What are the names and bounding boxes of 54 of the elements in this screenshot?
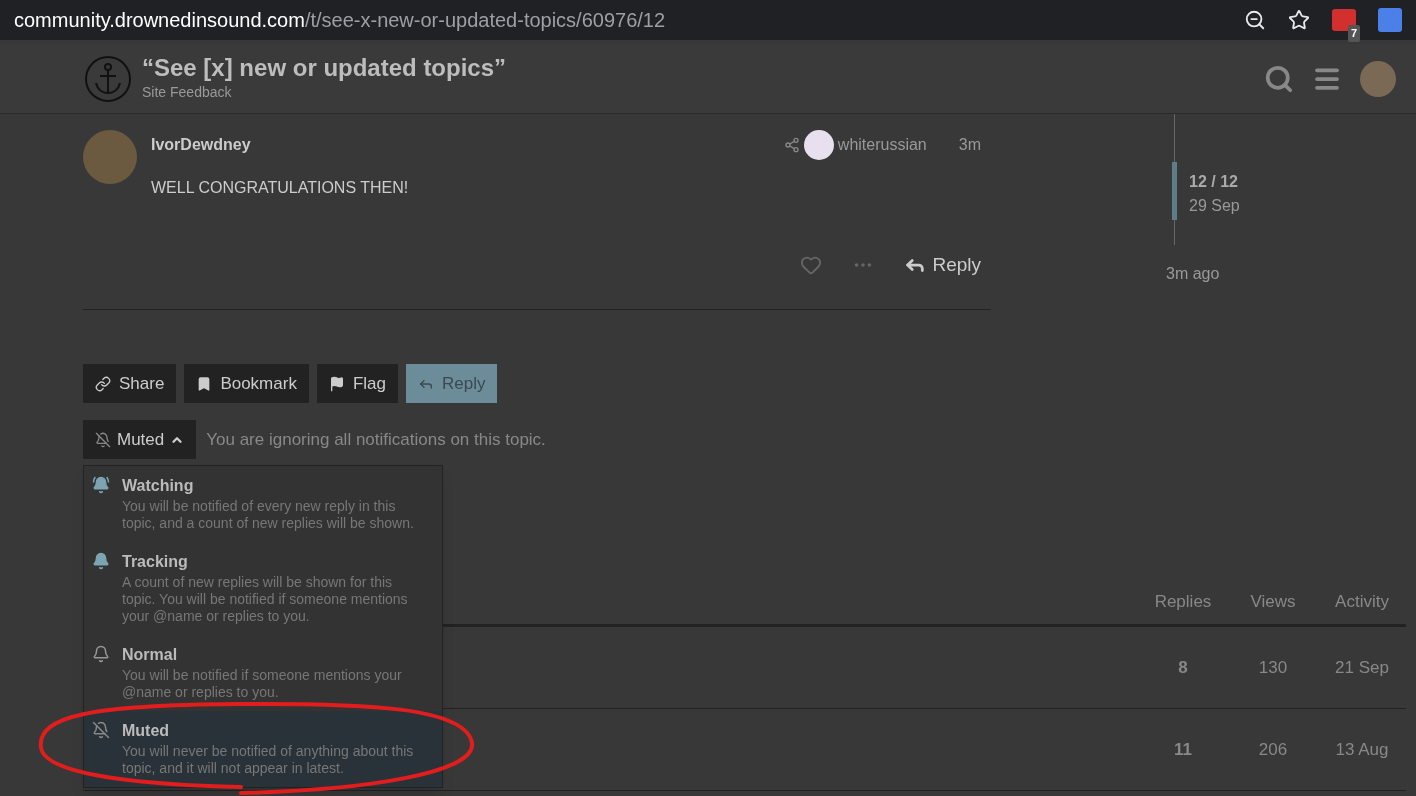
translate-icon[interactable] <box>1378 8 1402 32</box>
option-description: You will be notified of every new reply in this topic, and a count of new replies will be shown. <box>122 498 415 532</box>
table-cell-text: 21 Sep <box>1334 656 1390 679</box>
reply-button[interactable]: Reply <box>904 250 981 279</box>
post-body: WELL CONGRATULATIONS THEN! <box>151 178 410 198</box>
bookmark-button[interactable]: Bookmark <box>184 364 309 403</box>
post-age[interactable]: 3m <box>958 133 981 157</box>
anchor-logo[interactable] <box>84 54 132 103</box>
bell-outline-icon <box>92 645 110 663</box>
user-avatar <box>803 130 834 160</box>
reply-to-username[interactable]: whiterussian <box>837 133 927 157</box>
column-header[interactable]: Activity <box>1318 588 1406 615</box>
flag-button[interactable]: Flag <box>316 364 398 403</box>
column-header[interactable]: Views <box>1228 588 1318 615</box>
notification-option[interactable]: Tracking A count of new replies will be shown for this topic. You will be notified if someone mentions your @name or replies to you. <box>84 542 442 635</box>
notification-status: You are ignoring all notifications on this topic. <box>206 428 546 451</box>
search-icon[interactable] <box>1264 63 1294 94</box>
bell-off-icon <box>92 721 110 739</box>
table-cell-text: 13 Aug <box>1334 738 1390 761</box>
extension-icon[interactable] <box>1332 9 1356 31</box>
zoom-out-icon[interactable] <box>1244 9 1266 31</box>
notification-option[interactable]: Normal You will be notified if someone mentions your @name or replies to you. <box>84 635 442 711</box>
username[interactable]: IvorDewdney <box>151 133 251 157</box>
column-header[interactable]: Replies <box>1138 588 1228 615</box>
option-title: Muted <box>122 721 171 741</box>
table-cell-text: 8 <box>1177 656 1189 679</box>
notification-option[interactable]: Muted You will never be notified of anything about this topic, and it will not appear in latest. <box>84 711 442 787</box>
category-label[interactable]: Site Feedback <box>142 82 507 103</box>
timeline-last-activity[interactable]: 3m ago <box>1166 262 1240 286</box>
notification-level-button[interactable]: Muted <box>83 420 197 459</box>
table-cell-text: 206 <box>1257 738 1289 761</box>
table-cell-text: 130 <box>1257 656 1289 679</box>
url-text[interactable]: community.drownedinsound.com/t/see-x-new-or-updated-topics/60976/12 <box>14 5 666 35</box>
timeline-date: 29 Sep <box>1189 196 1240 216</box>
link-icon <box>95 375 111 392</box>
share-button[interactable]: Share <box>83 364 177 403</box>
bell-icon <box>92 552 110 570</box>
notification-option[interactable]: Watching You will be notified of every new reply in this topic, and a count of new replies will be shown. <box>84 466 442 542</box>
option-description: You will never be notified of anything about this topic, and it will not appear in latest. <box>122 743 415 777</box>
option-title: Tracking <box>122 552 189 572</box>
timeline-position: 12 / 12 <box>1189 172 1239 192</box>
extension-badge: 7 <box>1348 25 1361 42</box>
topic-title[interactable]: “See [x] new or updated topics” <box>142 54 507 82</box>
bell-alert-icon <box>92 476 110 494</box>
option-title: Normal <box>122 645 179 665</box>
option-description: A count of new replies will be shown for this topic. You will be notified if someone mentions your @name or replies to you. <box>122 574 409 625</box>
option-title: Watching <box>122 476 195 496</box>
table-cell-text: 11 <box>1173 738 1193 761</box>
option-description: You will be notified if someone mentions your @name or replies to you. <box>122 667 403 701</box>
user-avatar[interactable] <box>1360 60 1396 97</box>
star-icon[interactable] <box>1288 9 1310 31</box>
user-avatar[interactable] <box>83 130 137 184</box>
bell-off-icon <box>95 431 111 448</box>
flag-icon <box>328 375 345 392</box>
